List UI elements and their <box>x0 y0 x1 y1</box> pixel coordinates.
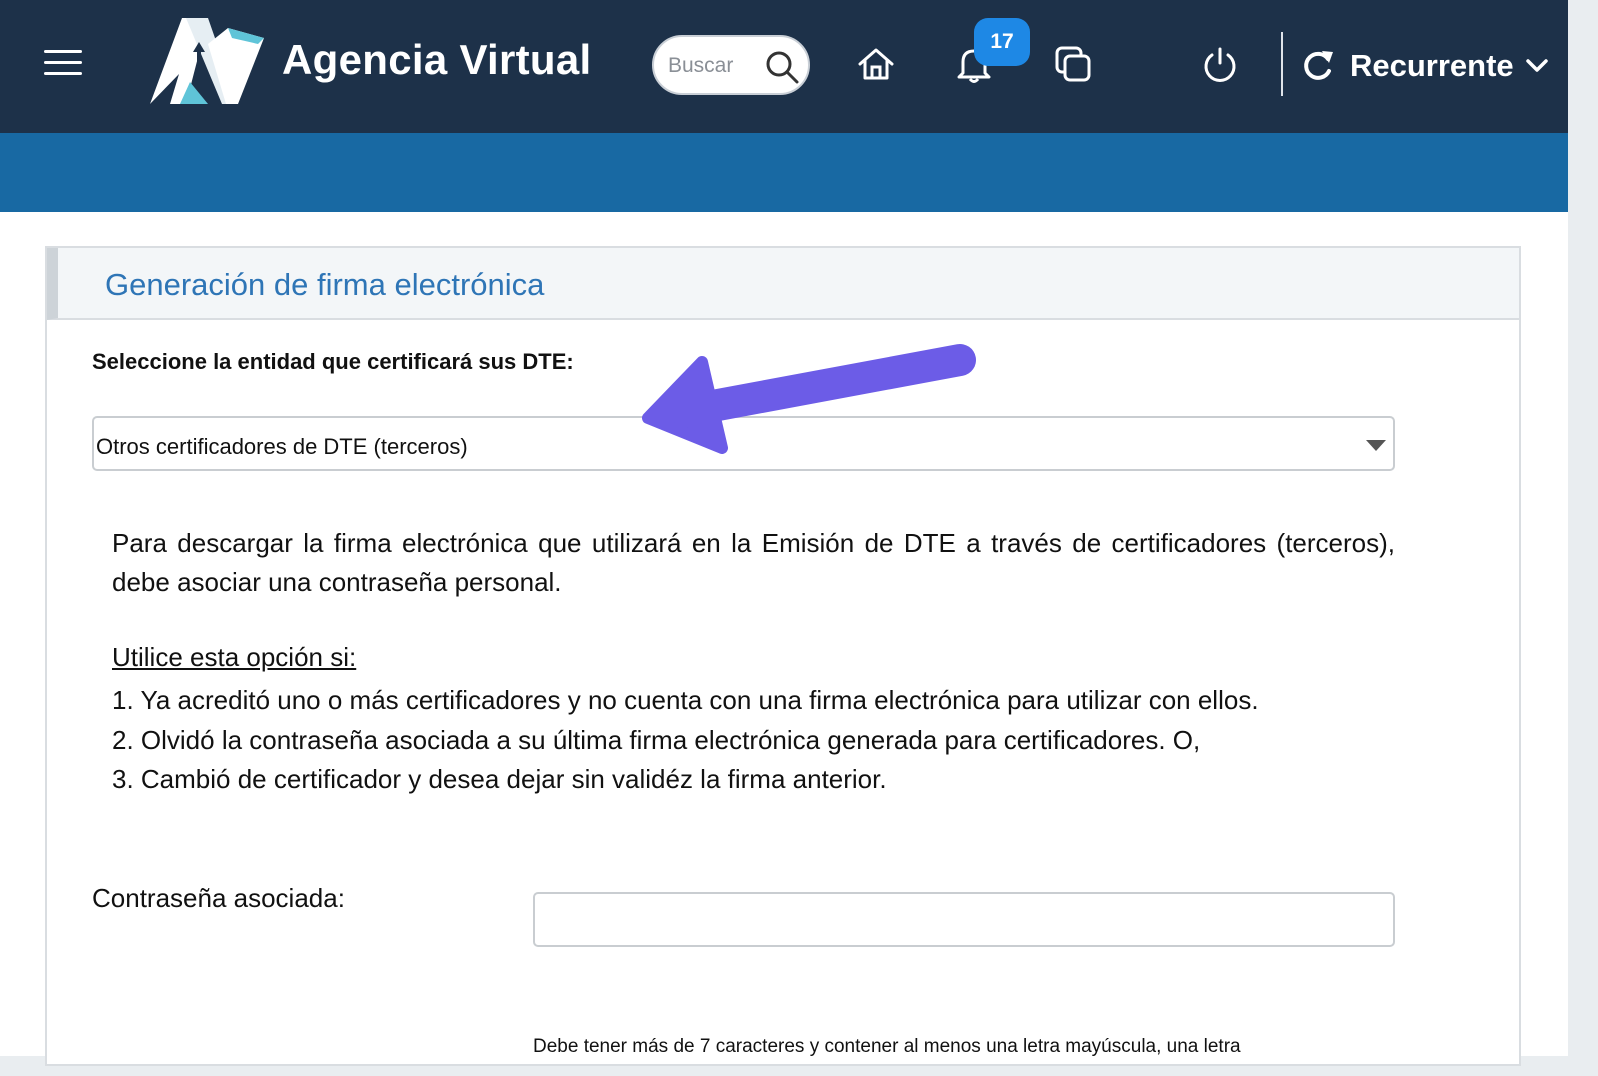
notification-count-badge[interactable]: 17 <box>974 18 1030 66</box>
power-icon[interactable] <box>1200 45 1240 85</box>
entity-select[interactable]: Otros certificadores de DTE (terceros) <box>92 416 1395 471</box>
list-item: 2. Olvidó la contraseña asociada a su úl… <box>112 724 1201 755</box>
chevron-down-icon[interactable] <box>1524 53 1550 79</box>
search-box[interactable] <box>652 35 810 95</box>
menu-icon[interactable] <box>44 50 82 80</box>
page-title: Generación de firma electrónica <box>105 267 545 302</box>
search-icon[interactable] <box>764 49 800 85</box>
use-options-list: 1. Ya acreditó uno o más certificadores … <box>112 681 1259 800</box>
intro-paragraph: Para descargar la firma electrónica que … <box>112 528 1395 597</box>
header-divider <box>1281 32 1283 96</box>
password-label: Contraseña asociada: <box>92 883 345 913</box>
profile-label: Recurrente <box>1350 48 1514 83</box>
use-options-heading: Utilice esta opción si: <box>112 642 357 672</box>
password-field[interactable] <box>533 892 1395 947</box>
list-item: 1. Ya acreditó uno o más certificadores … <box>112 685 1259 715</box>
profile-selector[interactable]: Recurrente <box>1298 40 1550 92</box>
app-title: Agencia Virtual <box>282 36 592 83</box>
sync-icon <box>1304 51 1333 80</box>
windows-icon[interactable] <box>1053 44 1093 84</box>
home-icon[interactable] <box>856 44 896 84</box>
entity-select-value: Otros certificadores de DTE (terceros) <box>96 434 468 459</box>
card-header: Generación de firma electrónica <box>47 248 1519 320</box>
search-input[interactable] <box>668 51 764 81</box>
entity-select-label: Seleccione la entidad que certificará su… <box>92 349 574 374</box>
list-item: 3. Cambió de certificador y desea dejar … <box>112 764 887 794</box>
caret-down-icon[interactable] <box>1366 440 1386 451</box>
password-hint: Debe tener más de 7 caracteres y contene… <box>533 1036 1241 1057</box>
agencia-virtual-logo <box>150 18 264 104</box>
sub-header-band <box>0 133 1568 212</box>
